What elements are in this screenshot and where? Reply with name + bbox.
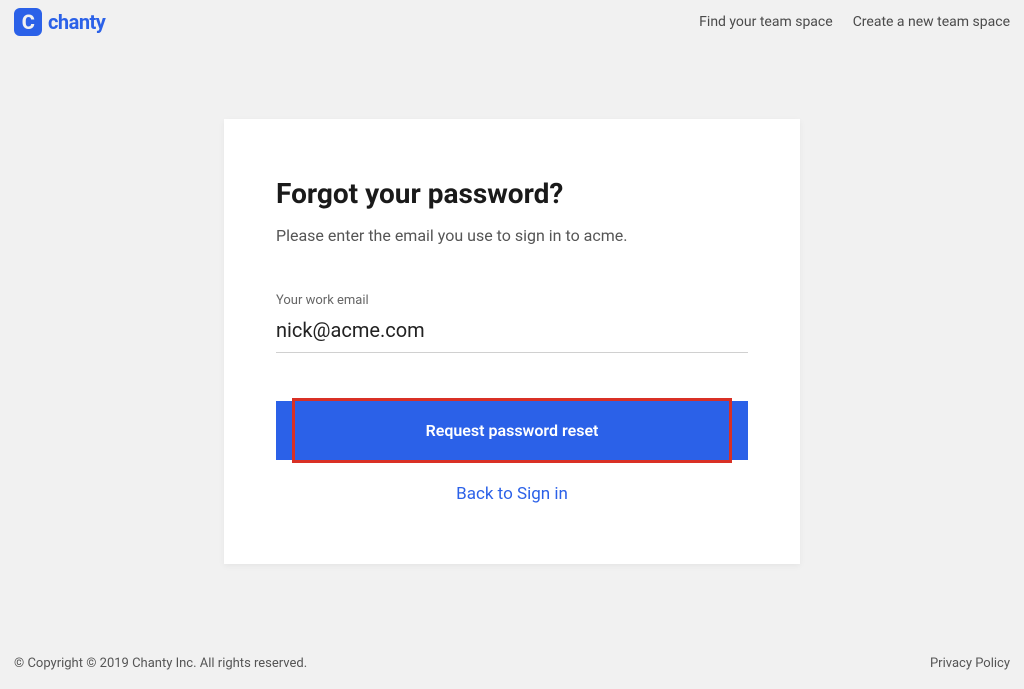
logo-text: chanty — [48, 10, 105, 34]
copyright-text: © Copyright © 2019 Chanty Inc. All right… — [14, 656, 307, 671]
footer: © Copyright © 2019 Chanty Inc. All right… — [14, 656, 1010, 671]
back-to-sign-in-link[interactable]: Back to Sign in — [276, 484, 748, 504]
email-field-label: Your work email — [276, 293, 748, 308]
find-team-space-link[interactable]: Find your team space — [699, 14, 833, 30]
header-links: Find your team space Create a new team s… — [699, 14, 1010, 30]
create-team-space-link[interactable]: Create a new team space — [853, 14, 1010, 30]
button-wrapper: Request password reset — [276, 401, 748, 460]
card-title: Forgot your password? — [276, 177, 748, 210]
logo[interactable]: chanty — [14, 8, 105, 36]
card-subtitle: Please enter the email you use to sign i… — [276, 226, 748, 245]
request-password-reset-button[interactable]: Request password reset — [276, 401, 748, 460]
forgot-password-card: Forgot your password? Please enter the e… — [224, 119, 800, 564]
email-input[interactable] — [276, 314, 748, 353]
main: Forgot your password? Please enter the e… — [0, 119, 1024, 564]
logo-icon — [14, 8, 42, 36]
header: chanty Find your team space Create a new… — [0, 0, 1024, 44]
privacy-policy-link[interactable]: Privacy Policy — [930, 656, 1010, 671]
